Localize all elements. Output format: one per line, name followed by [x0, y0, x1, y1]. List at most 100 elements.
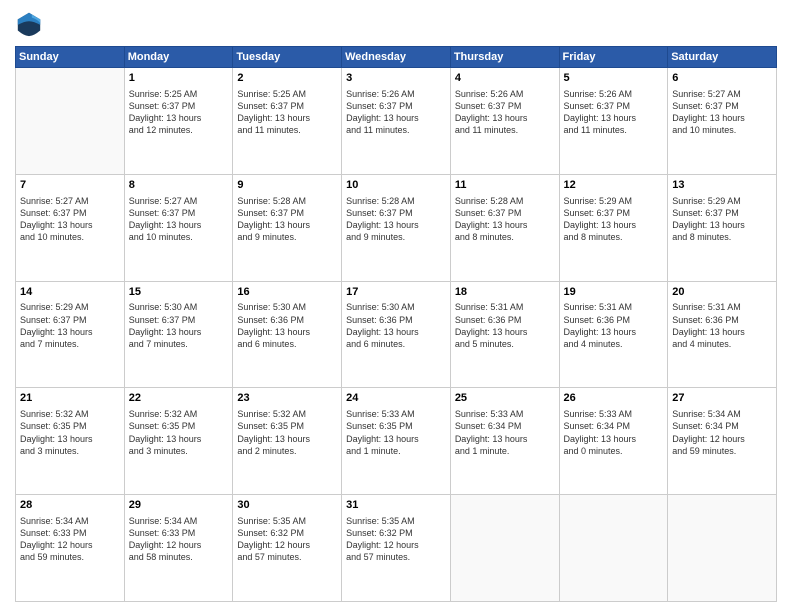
calendar-table: SundayMondayTuesdayWednesdayThursdayFrid… [15, 46, 777, 602]
day-info: Sunrise: 5:32 AMSunset: 6:35 PMDaylight:… [129, 408, 229, 457]
calendar-cell: 14Sunrise: 5:29 AMSunset: 6:37 PMDayligh… [16, 281, 125, 388]
day-number: 2 [237, 71, 337, 86]
week-row-2: 7Sunrise: 5:27 AMSunset: 6:37 PMDaylight… [16, 174, 777, 281]
day-info: Sunrise: 5:34 AMSunset: 6:34 PMDaylight:… [672, 408, 772, 457]
day-number: 18 [455, 285, 555, 300]
day-info: Sunrise: 5:28 AMSunset: 6:37 PMDaylight:… [455, 195, 555, 244]
day-info: Sunrise: 5:30 AMSunset: 6:37 PMDaylight:… [129, 301, 229, 350]
day-info: Sunrise: 5:27 AMSunset: 6:37 PMDaylight:… [129, 195, 229, 244]
week-row-5: 28Sunrise: 5:34 AMSunset: 6:33 PMDayligh… [16, 495, 777, 602]
calendar-cell: 21 Sunrise: 5:32 AMSunset: 6:35 PMDayligh… [16, 388, 125, 495]
calendar-body: 1 Sunrise: 5:25 AMSunset: 6:37 PMDaylight… [16, 68, 777, 602]
calendar-cell: 30 Sunrise: 5:35 AMSunset: 6:32 PMDayligh… [233, 495, 342, 602]
day-number: 3 [346, 71, 446, 86]
day-info: Sunrise: 5:29 AMSunset: 6:37 PMDaylight:… [564, 195, 664, 244]
calendar-cell [16, 68, 125, 175]
day-info: Sunrise: 5:32 AMSunset: 6:35 PMDaylight:… [20, 408, 120, 457]
day-number: 9 [237, 178, 337, 193]
col-header-monday: Monday [124, 47, 233, 68]
calendar-cell: 26 Sunrise: 5:33 AMSunset: 6:34 PMDayligh… [559, 388, 668, 495]
calendar-cell [450, 495, 559, 602]
calendar-cell: 4Sunrise: 5:26 AMSunset: 6:37 PMDaylight… [450, 68, 559, 175]
day-number: 16 [237, 285, 337, 300]
day-info: Sunrise: 5:29 AMSunset: 6:37 PMDaylight:… [20, 301, 120, 350]
day-number: 8 [129, 178, 229, 193]
day-info: Sunrise: 5:31 AMSunset: 6:36 PMDaylight:… [564, 301, 664, 350]
calendar-cell: 18Sunrise: 5:31 AMSunset: 6:36 PMDayligh… [450, 281, 559, 388]
col-header-tuesday: Tuesday [233, 47, 342, 68]
day-info: Sunrise: 5:28 AMSunset: 6:37 PMDaylight:… [237, 195, 337, 244]
calendar-cell: 6 Sunrise: 5:27 AMSunset: 6:37 PMDaylight… [668, 68, 777, 175]
day-number: 1 [129, 71, 229, 86]
day-number: 15 [129, 285, 229, 300]
calendar-cell: 7Sunrise: 5:27 AMSunset: 6:37 PMDaylight… [16, 174, 125, 281]
calendar-cell: 27 Sunrise: 5:34 AMSunset: 6:34 PMDayligh… [668, 388, 777, 495]
calendar-cell: 22 Sunrise: 5:32 AMSunset: 6:35 PMDayligh… [124, 388, 233, 495]
day-info: Sunrise: 5:34 AMSunset: 6:33 PMDaylight:… [20, 515, 120, 564]
day-info: Sunrise: 5:32 AMSunset: 6:35 PMDaylight:… [237, 408, 337, 457]
calendar-cell: 31Sunrise: 5:35 AMSunset: 6:32 PMDayligh… [342, 495, 451, 602]
day-number: 10 [346, 178, 446, 193]
day-number: 26 [564, 391, 664, 406]
calendar-cell: 5Sunrise: 5:26 AMSunset: 6:37 PMDaylight… [559, 68, 668, 175]
day-info: Sunrise: 5:31 AMSunset: 6:36 PMDaylight:… [672, 301, 772, 350]
day-info: Sunrise: 5:33 AMSunset: 6:35 PMDaylight:… [346, 408, 446, 457]
day-info: Sunrise: 5:33 AMSunset: 6:34 PMDaylight:… [455, 408, 555, 457]
logo-icon [15, 10, 43, 38]
day-info: Sunrise: 5:30 AMSunset: 6:36 PMDaylight:… [237, 301, 337, 350]
day-info: Sunrise: 5:33 AMSunset: 6:34 PMDaylight:… [564, 408, 664, 457]
day-info: Sunrise: 5:27 AMSunset: 6:37 PMDaylight:… [20, 195, 120, 244]
calendar-cell: 9 Sunrise: 5:28 AMSunset: 6:37 PMDaylight… [233, 174, 342, 281]
calendar-cell: 16Sunrise: 5:30 AMSunset: 6:36 PMDayligh… [233, 281, 342, 388]
calendar-cell: 8 Sunrise: 5:27 AMSunset: 6:37 PMDaylight… [124, 174, 233, 281]
calendar-cell: 3 Sunrise: 5:26 AMSunset: 6:37 PMDaylight… [342, 68, 451, 175]
day-number: 23 [237, 391, 337, 406]
day-number: 25 [455, 391, 555, 406]
day-number: 24 [346, 391, 446, 406]
calendar-cell: 2 Sunrise: 5:25 AMSunset: 6:37 PMDaylight… [233, 68, 342, 175]
calendar-cell: 17Sunrise: 5:30 AMSunset: 6:36 PMDayligh… [342, 281, 451, 388]
day-info: Sunrise: 5:35 AMSunset: 6:32 PMDaylight:… [346, 515, 446, 564]
day-number: 13 [672, 178, 772, 193]
day-info: Sunrise: 5:28 AMSunset: 6:37 PMDaylight:… [346, 195, 446, 244]
day-number: 29 [129, 498, 229, 513]
week-row-4: 21 Sunrise: 5:32 AMSunset: 6:35 PMDayligh… [16, 388, 777, 495]
day-number: 27 [672, 391, 772, 406]
header [15, 10, 777, 38]
day-info: Sunrise: 5:26 AMSunset: 6:37 PMDaylight:… [346, 88, 446, 137]
day-number: 22 [129, 391, 229, 406]
day-info: Sunrise: 5:30 AMSunset: 6:36 PMDaylight:… [346, 301, 446, 350]
header-row: SundayMondayTuesdayWednesdayThursdayFrid… [16, 47, 777, 68]
day-info: Sunrise: 5:25 AMSunset: 6:37 PMDaylight:… [237, 88, 337, 137]
logo [15, 10, 47, 38]
day-info: Sunrise: 5:35 AMSunset: 6:32 PMDaylight:… [237, 515, 337, 564]
calendar-cell: 12 Sunrise: 5:29 AMSunset: 6:37 PMDayligh… [559, 174, 668, 281]
day-number: 21 [20, 391, 120, 406]
calendar-cell: 10 Sunrise: 5:28 AMSunset: 6:37 PMDayligh… [342, 174, 451, 281]
day-number: 12 [564, 178, 664, 193]
day-info: Sunrise: 5:25 AMSunset: 6:37 PMDaylight:… [129, 88, 229, 137]
day-number: 14 [20, 285, 120, 300]
calendar-header: SundayMondayTuesdayWednesdayThursdayFrid… [16, 47, 777, 68]
calendar-cell: 20Sunrise: 5:31 AMSunset: 6:36 PMDayligh… [668, 281, 777, 388]
calendar-cell: 29Sunrise: 5:34 AMSunset: 6:33 PMDayligh… [124, 495, 233, 602]
day-info: Sunrise: 5:31 AMSunset: 6:36 PMDaylight:… [455, 301, 555, 350]
calendar-cell: 25 Sunrise: 5:33 AMSunset: 6:34 PMDayligh… [450, 388, 559, 495]
calendar-cell [668, 495, 777, 602]
page: SundayMondayTuesdayWednesdayThursdayFrid… [0, 0, 792, 612]
day-number: 20 [672, 285, 772, 300]
week-row-3: 14Sunrise: 5:29 AMSunset: 6:37 PMDayligh… [16, 281, 777, 388]
calendar-cell: 19Sunrise: 5:31 AMSunset: 6:36 PMDayligh… [559, 281, 668, 388]
day-info: Sunrise: 5:27 AMSunset: 6:37 PMDaylight:… [672, 88, 772, 137]
day-number: 19 [564, 285, 664, 300]
week-row-1: 1 Sunrise: 5:25 AMSunset: 6:37 PMDaylight… [16, 68, 777, 175]
calendar-cell: 24 Sunrise: 5:33 AMSunset: 6:35 PMDayligh… [342, 388, 451, 495]
day-number: 6 [672, 71, 772, 86]
day-number: 30 [237, 498, 337, 513]
calendar-cell [559, 495, 668, 602]
day-info: Sunrise: 5:26 AMSunset: 6:37 PMDaylight:… [455, 88, 555, 137]
day-number: 11 [455, 178, 555, 193]
day-number: 5 [564, 71, 664, 86]
day-number: 17 [346, 285, 446, 300]
col-header-thursday: Thursday [450, 47, 559, 68]
